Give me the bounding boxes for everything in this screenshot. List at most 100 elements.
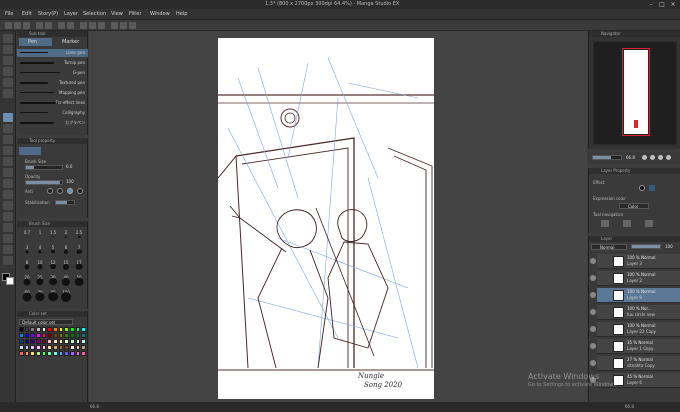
color-swatch[interactable] — [75, 327, 81, 332]
color-swatch[interactable] — [19, 327, 24, 332]
save-icon[interactable] — [23, 22, 30, 29]
effect-tone-icon[interactable] — [649, 185, 655, 191]
eraser-tool-icon[interactable] — [3, 168, 13, 177]
move-tool-icon[interactable] — [3, 45, 13, 54]
visibility-eye-icon[interactable] — [590, 343, 596, 349]
brush-item[interactable]: G-pen — [17, 69, 88, 77]
snap-grid-icon[interactable] — [120, 22, 127, 29]
color-swatch[interactable] — [41, 327, 47, 332]
brush-size-preset[interactable]: 8 — [21, 260, 33, 272]
color-swatch[interactable] — [24, 327, 30, 332]
brush-size-preset[interactable]: 30 — [47, 275, 59, 287]
color-swatch[interactable] — [52, 345, 58, 350]
brush-item[interactable]: Textured pen — [17, 79, 88, 87]
brush-size-preset[interactable]: 12 — [47, 260, 59, 272]
clear-icon[interactable] — [58, 22, 65, 29]
opacity-slider[interactable] — [25, 180, 63, 185]
brush-item[interactable]: Calligraphy — [17, 109, 88, 117]
color-swatch[interactable] — [52, 351, 58, 356]
menu-filter[interactable]: Filter — [129, 11, 141, 17]
visibility-eye-icon[interactable] — [590, 258, 596, 264]
brush-size-slider[interactable] — [25, 165, 63, 170]
balloon-tool-icon[interactable] — [3, 256, 13, 265]
menu-window[interactable]: Window — [150, 11, 170, 17]
color-swatch[interactable] — [58, 327, 64, 332]
pen-tool-icon[interactable] — [3, 113, 13, 122]
brush-size-preset[interactable]: 80 — [47, 290, 59, 302]
color-swatch[interactable] — [19, 351, 24, 356]
zoom-in-icon[interactable] — [642, 155, 647, 160]
color-swatch[interactable] — [75, 351, 81, 356]
color-swatch[interactable] — [64, 339, 69, 344]
brush-size-preset[interactable]: 60 — [21, 290, 33, 302]
layer-row[interactable]: 27 % Normal sitnahta Copy — [590, 356, 680, 371]
tab-marker[interactable]: Marker — [53, 38, 86, 46]
decoration-tool-icon[interactable] — [3, 157, 13, 166]
color-swatch[interactable] — [41, 339, 47, 344]
object-tool-icon[interactable] — [3, 56, 13, 65]
layer-row[interactable]: 100 % Normal Layer 22 Copy — [590, 322, 680, 337]
color-swatch[interactable] — [30, 351, 35, 356]
color-swatch[interactable] — [75, 333, 81, 338]
color-swatch[interactable] — [81, 327, 86, 332]
auto-select-tool-icon[interactable] — [3, 78, 13, 87]
aa-weak-option[interactable] — [57, 188, 63, 194]
layer-row[interactable]: 100 % Nor... fuu circle new — [590, 305, 680, 320]
color-swatch[interactable] — [52, 327, 58, 332]
color-swatch[interactable] — [75, 339, 81, 344]
visibility-eye-icon[interactable] — [590, 309, 596, 315]
color-swatch[interactable] — [19, 345, 24, 350]
color-swatch[interactable] — [35, 339, 41, 344]
brush-size-preset[interactable]: 40 — [60, 275, 72, 287]
aa-none-option[interactable] — [47, 188, 53, 194]
brush-size-preset[interactable]: 15 — [60, 260, 72, 272]
brush-size-preset[interactable]: 10 — [34, 260, 46, 272]
brush-size-preset[interactable]: 1.5 — [47, 230, 59, 242]
airbrush-tool-icon[interactable] — [3, 146, 13, 155]
zoom-slider[interactable] — [592, 155, 622, 160]
color-swatch[interactable] — [69, 351, 75, 356]
color-swatch[interactable] — [69, 333, 75, 338]
brush-size-preset[interactable]: 20 — [21, 275, 33, 287]
brush-size-preset[interactable]: 6 — [60, 245, 72, 257]
menu-view[interactable]: View — [111, 11, 123, 17]
tool-nav-icon-3[interactable] — [645, 220, 653, 227]
menu-story[interactable]: Story(P) — [38, 11, 58, 17]
color-swatch[interactable] — [58, 339, 64, 344]
color-swatch[interactable] — [64, 327, 69, 332]
color-swatch[interactable] — [69, 339, 75, 344]
brush-item[interactable]: Liner pen — [17, 49, 88, 57]
brush-item[interactable]: For effect lines — [17, 99, 88, 107]
color-swatch[interactable] — [69, 345, 75, 350]
color-swatch[interactable] — [47, 339, 52, 344]
brush-size-preset[interactable]: 5 — [47, 245, 59, 257]
minimize-button[interactable]: – — [646, 1, 656, 8]
snap-special-icon[interactable] — [129, 22, 136, 29]
tab-pen[interactable]: Pen — [19, 38, 52, 46]
color-swatch[interactable] — [81, 333, 86, 338]
visibility-eye-icon[interactable] — [590, 292, 596, 298]
rotate-icon[interactable] — [666, 155, 671, 160]
canvas-area[interactable]: Nungle Song 2020 — [89, 31, 587, 402]
menu-selection[interactable]: Selection — [83, 11, 106, 17]
expression-color-dropdown[interactable]: Color — [619, 203, 649, 209]
color-swatch[interactable] — [81, 351, 86, 356]
color-swatch[interactable] — [19, 339, 24, 344]
color-swatch[interactable] — [52, 333, 58, 338]
color-swatch[interactable] — [24, 345, 30, 350]
menu-layer[interactable]: Layer — [64, 11, 78, 17]
layer-row[interactable]: 35 % Normal Layer 1 Copy — [590, 339, 680, 354]
zoom-out-icon[interactable] — [650, 155, 655, 160]
color-swatch[interactable] — [47, 345, 52, 350]
fill-icon[interactable] — [67, 22, 74, 29]
zoom-tool-icon[interactable] — [3, 34, 13, 43]
pencil-tool-icon[interactable] — [3, 124, 13, 133]
maximize-button[interactable]: □ — [657, 1, 667, 8]
tool-nav-icon-2[interactable] — [623, 220, 631, 227]
brush-size-preset[interactable]: 1 — [34, 230, 46, 242]
color-swatch[interactable] — [30, 333, 35, 338]
fit-view-icon[interactable] — [658, 155, 663, 160]
sub-color-swatch[interactable] — [6, 277, 14, 285]
color-swatch[interactable] — [64, 351, 69, 356]
text-tool-icon[interactable] — [3, 245, 13, 254]
